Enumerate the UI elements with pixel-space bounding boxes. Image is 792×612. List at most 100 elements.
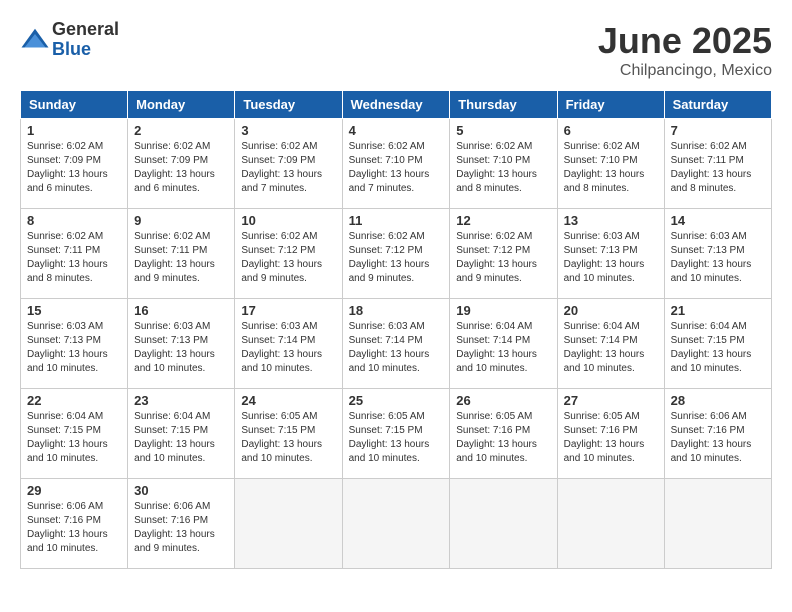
- table-row: 5 Sunrise: 6:02 AM Sunset: 7:10 PM Dayli…: [450, 119, 557, 209]
- day-number: 20: [564, 303, 658, 318]
- page-header: General Blue June 2025 Chilpancingo, Mex…: [20, 20, 772, 80]
- header-saturday: Saturday: [664, 91, 771, 119]
- table-row: 15 Sunrise: 6:03 AM Sunset: 7:13 PM Dayl…: [21, 299, 128, 389]
- header-tuesday: Tuesday: [235, 91, 342, 119]
- table-row: 3 Sunrise: 6:02 AM Sunset: 7:09 PM Dayli…: [235, 119, 342, 209]
- table-row: 9 Sunrise: 6:02 AM Sunset: 7:11 PM Dayli…: [128, 209, 235, 299]
- calendar-table: Sunday Monday Tuesday Wednesday Thursday…: [20, 90, 772, 569]
- table-row: [342, 479, 450, 569]
- day-info: Sunrise: 6:05 AM Sunset: 7:16 PM Dayligh…: [564, 410, 658, 466]
- table-row: 2 Sunrise: 6:02 AM Sunset: 7:09 PM Dayli…: [128, 119, 235, 209]
- day-info: Sunrise: 6:02 AM Sunset: 7:10 PM Dayligh…: [349, 140, 444, 196]
- table-row: 14 Sunrise: 6:03 AM Sunset: 7:13 PM Dayl…: [664, 209, 771, 299]
- table-row: 25 Sunrise: 6:05 AM Sunset: 7:15 PM Dayl…: [342, 389, 450, 479]
- day-number: 19: [456, 303, 550, 318]
- day-info: Sunrise: 6:02 AM Sunset: 7:10 PM Dayligh…: [456, 140, 550, 196]
- table-row: [664, 479, 771, 569]
- table-row: 21 Sunrise: 6:04 AM Sunset: 7:15 PM Dayl…: [664, 299, 771, 389]
- day-info: Sunrise: 6:05 AM Sunset: 7:16 PM Dayligh…: [456, 410, 550, 466]
- day-info: Sunrise: 6:02 AM Sunset: 7:12 PM Dayligh…: [456, 230, 550, 286]
- day-number: 23: [134, 393, 228, 408]
- day-number: 29: [27, 483, 121, 498]
- day-info: Sunrise: 6:04 AM Sunset: 7:14 PM Dayligh…: [456, 320, 550, 376]
- day-number: 16: [134, 303, 228, 318]
- day-number: 15: [27, 303, 121, 318]
- table-row: 6 Sunrise: 6:02 AM Sunset: 7:10 PM Dayli…: [557, 119, 664, 209]
- table-row: 1 Sunrise: 6:02 AM Sunset: 7:09 PM Dayli…: [21, 119, 128, 209]
- table-row: 18 Sunrise: 6:03 AM Sunset: 7:14 PM Dayl…: [342, 299, 450, 389]
- table-row: 8 Sunrise: 6:02 AM Sunset: 7:11 PM Dayli…: [21, 209, 128, 299]
- day-number: 21: [671, 303, 765, 318]
- day-number: 27: [564, 393, 658, 408]
- header-monday: Monday: [128, 91, 235, 119]
- table-row: [235, 479, 342, 569]
- table-row: 30 Sunrise: 6:06 AM Sunset: 7:16 PM Dayl…: [128, 479, 235, 569]
- table-row: 23 Sunrise: 6:04 AM Sunset: 7:15 PM Dayl…: [128, 389, 235, 479]
- day-info: Sunrise: 6:05 AM Sunset: 7:15 PM Dayligh…: [349, 410, 444, 466]
- table-row: 10 Sunrise: 6:02 AM Sunset: 7:12 PM Dayl…: [235, 209, 342, 299]
- day-number: 28: [671, 393, 765, 408]
- table-row: [450, 479, 557, 569]
- day-number: 8: [27, 213, 121, 228]
- calendar-week-row: 22 Sunrise: 6:04 AM Sunset: 7:15 PM Dayl…: [21, 389, 772, 479]
- table-row: 4 Sunrise: 6:02 AM Sunset: 7:10 PM Dayli…: [342, 119, 450, 209]
- table-row: 19 Sunrise: 6:04 AM Sunset: 7:14 PM Dayl…: [450, 299, 557, 389]
- logo-blue: Blue: [52, 40, 119, 60]
- logo: General Blue: [20, 20, 119, 60]
- day-info: Sunrise: 6:04 AM Sunset: 7:15 PM Dayligh…: [134, 410, 228, 466]
- table-row: [557, 479, 664, 569]
- day-number: 4: [349, 123, 444, 138]
- title-block: June 2025 Chilpancingo, Mexico: [598, 20, 772, 80]
- table-row: 11 Sunrise: 6:02 AM Sunset: 7:12 PM Dayl…: [342, 209, 450, 299]
- day-info: Sunrise: 6:04 AM Sunset: 7:15 PM Dayligh…: [27, 410, 121, 466]
- day-info: Sunrise: 6:03 AM Sunset: 7:13 PM Dayligh…: [671, 230, 765, 286]
- table-row: 17 Sunrise: 6:03 AM Sunset: 7:14 PM Dayl…: [235, 299, 342, 389]
- day-info: Sunrise: 6:02 AM Sunset: 7:11 PM Dayligh…: [134, 230, 228, 286]
- header-wednesday: Wednesday: [342, 91, 450, 119]
- day-number: 9: [134, 213, 228, 228]
- header-friday: Friday: [557, 91, 664, 119]
- calendar-body: 1 Sunrise: 6:02 AM Sunset: 7:09 PM Dayli…: [21, 119, 772, 569]
- day-number: 30: [134, 483, 228, 498]
- day-number: 11: [349, 213, 444, 228]
- header-row: Sunday Monday Tuesday Wednesday Thursday…: [21, 91, 772, 119]
- calendar-week-row: 15 Sunrise: 6:03 AM Sunset: 7:13 PM Dayl…: [21, 299, 772, 389]
- day-number: 24: [241, 393, 335, 408]
- day-info: Sunrise: 6:06 AM Sunset: 7:16 PM Dayligh…: [671, 410, 765, 466]
- day-info: Sunrise: 6:02 AM Sunset: 7:12 PM Dayligh…: [349, 230, 444, 286]
- table-row: 20 Sunrise: 6:04 AM Sunset: 7:14 PM Dayl…: [557, 299, 664, 389]
- day-info: Sunrise: 6:03 AM Sunset: 7:14 PM Dayligh…: [241, 320, 335, 376]
- day-number: 10: [241, 213, 335, 228]
- day-number: 25: [349, 393, 444, 408]
- day-info: Sunrise: 6:03 AM Sunset: 7:13 PM Dayligh…: [564, 230, 658, 286]
- header-thursday: Thursday: [450, 91, 557, 119]
- day-info: Sunrise: 6:02 AM Sunset: 7:09 PM Dayligh…: [27, 140, 121, 196]
- day-number: 13: [564, 213, 658, 228]
- day-info: Sunrise: 6:02 AM Sunset: 7:09 PM Dayligh…: [134, 140, 228, 196]
- table-row: 22 Sunrise: 6:04 AM Sunset: 7:15 PM Dayl…: [21, 389, 128, 479]
- calendar-title: June 2025: [598, 20, 772, 62]
- table-row: 28 Sunrise: 6:06 AM Sunset: 7:16 PM Dayl…: [664, 389, 771, 479]
- calendar-subtitle: Chilpancingo, Mexico: [598, 62, 772, 80]
- day-number: 17: [241, 303, 335, 318]
- day-number: 1: [27, 123, 121, 138]
- day-info: Sunrise: 6:06 AM Sunset: 7:16 PM Dayligh…: [27, 500, 121, 556]
- day-number: 12: [456, 213, 550, 228]
- day-info: Sunrise: 6:06 AM Sunset: 7:16 PM Dayligh…: [134, 500, 228, 556]
- day-number: 3: [241, 123, 335, 138]
- day-info: Sunrise: 6:02 AM Sunset: 7:11 PM Dayligh…: [671, 140, 765, 196]
- day-number: 2: [134, 123, 228, 138]
- table-row: 13 Sunrise: 6:03 AM Sunset: 7:13 PM Dayl…: [557, 209, 664, 299]
- day-number: 22: [27, 393, 121, 408]
- table-row: 27 Sunrise: 6:05 AM Sunset: 7:16 PM Dayl…: [557, 389, 664, 479]
- day-number: 5: [456, 123, 550, 138]
- header-sunday: Sunday: [21, 91, 128, 119]
- table-row: 16 Sunrise: 6:03 AM Sunset: 7:13 PM Dayl…: [128, 299, 235, 389]
- table-row: 29 Sunrise: 6:06 AM Sunset: 7:16 PM Dayl…: [21, 479, 128, 569]
- logo-general: General: [52, 20, 119, 40]
- table-row: 26 Sunrise: 6:05 AM Sunset: 7:16 PM Dayl…: [450, 389, 557, 479]
- day-info: Sunrise: 6:03 AM Sunset: 7:13 PM Dayligh…: [27, 320, 121, 376]
- day-number: 14: [671, 213, 765, 228]
- day-info: Sunrise: 6:02 AM Sunset: 7:09 PM Dayligh…: [241, 140, 335, 196]
- day-info: Sunrise: 6:03 AM Sunset: 7:14 PM Dayligh…: [349, 320, 444, 376]
